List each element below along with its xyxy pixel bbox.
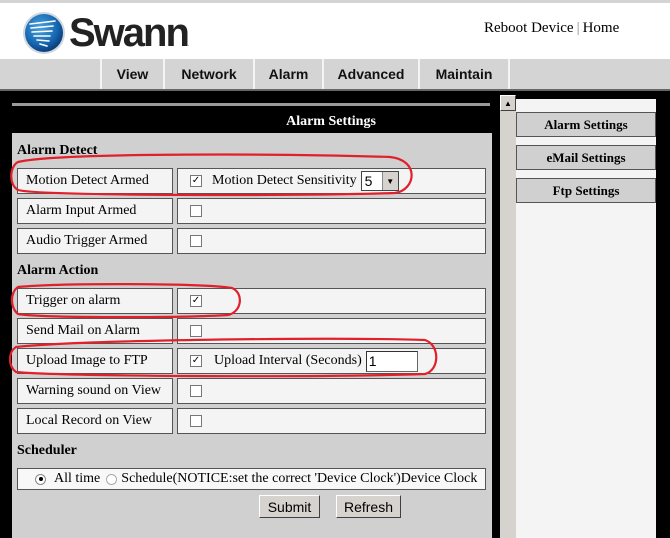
main-nav: View Network Alarm Advanced Maintain [0, 59, 670, 89]
motion-sensitivity-select[interactable]: 5 ▼ [360, 171, 399, 191]
sidebar-item-ftp-settings[interactable]: Ftp Settings [516, 178, 656, 203]
trigger-on-alarm-value: ✓ [177, 288, 486, 314]
schedule-label: Schedule(NOTICE:set the correct 'Device … [121, 471, 478, 486]
nav-maintain[interactable]: Maintain [420, 59, 510, 89]
settings-sidebar: Alarm Settings eMail Settings Ftp Settin… [516, 99, 656, 538]
nav-advanced[interactable]: Advanced [324, 59, 420, 89]
sidebar-item-alarm-settings[interactable]: Alarm Settings [516, 112, 656, 137]
scheduler-heading: Scheduler [17, 443, 77, 458]
swann-logo-icon [23, 12, 65, 54]
trigger-on-alarm-checkbox[interactable]: ✓ [190, 295, 202, 307]
panel-title: Alarm Settings [286, 114, 376, 129]
upload-ftp-checkbox[interactable]: ✓ [190, 355, 202, 367]
scheduler-options: All time Schedule(NOTICE:set the correct… [17, 468, 486, 490]
warning-sound-label: Warning sound on View [17, 378, 173, 404]
local-record-checkbox[interactable] [190, 415, 202, 427]
link-separator: | [576, 20, 580, 36]
upload-ftp-value: ✓ Upload Interval (Seconds) 1 [177, 348, 486, 374]
send-mail-checkbox[interactable] [190, 325, 202, 337]
nav-spacer [0, 59, 102, 89]
upload-ftp-label: Upload Image to FTP [17, 348, 173, 374]
trademark: . [187, 42, 190, 48]
home-link[interactable]: Home [583, 20, 620, 36]
upload-interval-input[interactable]: 1 [365, 350, 418, 372]
motion-detect-checkbox[interactable]: ✓ [190, 175, 202, 187]
brand-name: Swann [69, 11, 190, 55]
content-frame: Alarm Settings Alarm Detect Motion Detec… [0, 89, 670, 538]
local-record-value [177, 408, 486, 434]
alarm-settings-form: Alarm Detect Motion Detect Armed ✓ Motio… [12, 133, 492, 538]
reboot-device-link[interactable]: Reboot Device [484, 20, 574, 36]
chevron-down-icon: ▼ [381, 172, 398, 190]
scroll-up-icon[interactable]: ▲ [500, 95, 516, 111]
alarm-action-heading: Alarm Action [17, 263, 99, 278]
nav-network[interactable]: Network [165, 59, 255, 89]
check-icon: ✓ [191, 355, 201, 366]
motion-sensitivity-value: 5 [364, 173, 373, 189]
header-links: Reboot Device | Home [484, 20, 619, 37]
warning-sound-checkbox[interactable] [190, 385, 202, 397]
check-icon: ✓ [191, 175, 201, 186]
audio-trigger-value [177, 228, 486, 254]
audio-trigger-checkbox[interactable] [190, 235, 202, 247]
warning-sound-value [177, 378, 486, 404]
all-time-label: All time [54, 471, 101, 486]
local-record-label: Local Record on View [17, 408, 173, 434]
sidebar-item-email-settings[interactable]: eMail Settings [516, 145, 656, 170]
audio-trigger-label: Audio Trigger Armed [17, 228, 173, 254]
divider [12, 103, 490, 106]
check-icon: ✓ [191, 295, 201, 306]
trigger-on-alarm-label: Trigger on alarm [17, 288, 173, 314]
send-mail-value [177, 318, 486, 344]
header: Swann . Reboot Device | Home [0, 3, 670, 59]
scrollbar[interactable]: ▲ [500, 95, 516, 538]
alarm-input-checkbox[interactable] [190, 205, 202, 217]
submit-button[interactable]: Submit [259, 495, 320, 518]
motion-sensitivity-label: Motion Detect Sensitivity [212, 173, 357, 188]
nav-alarm[interactable]: Alarm [255, 59, 324, 89]
nav-view[interactable]: View [102, 59, 165, 89]
radio-selected-icon [38, 477, 43, 481]
all-time-radio[interactable] [35, 473, 46, 485]
alarm-input-value [177, 198, 486, 224]
motion-detect-label: Motion Detect Armed [17, 168, 173, 194]
alarm-input-label: Alarm Input Armed [17, 198, 173, 224]
send-mail-label: Send Mail on Alarm [17, 318, 173, 344]
swann-logo: Swann . [22, 10, 190, 56]
schedule-radio[interactable] [106, 473, 118, 485]
alarm-detect-heading: Alarm Detect [17, 143, 98, 158]
upload-interval-label: Upload Interval (Seconds) [214, 353, 362, 368]
refresh-button[interactable]: Refresh [336, 495, 401, 518]
motion-detect-value: ✓ Motion Detect Sensitivity 5 ▼ [177, 168, 486, 194]
